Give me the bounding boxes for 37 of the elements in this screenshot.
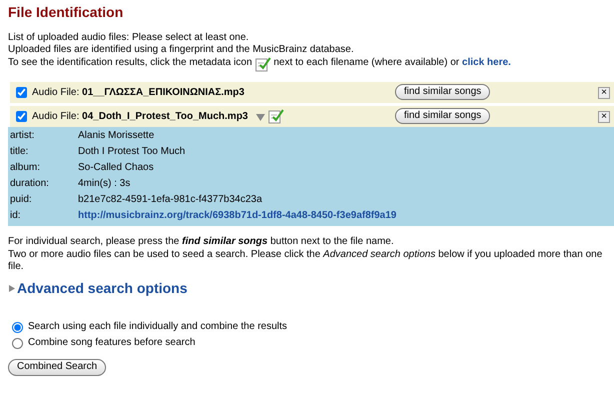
- intro-text: List of uploaded audio files: Please select at least one.: [8, 32, 250, 44]
- file-name: Audio File: 04_Doth_I_Protest_Too_Much.mp3: [32, 110, 248, 124]
- help-text: Two or more audio files can be used to seed a search. Please click the Advanced search options below if you uploaded more than one file.: [8, 248, 604, 274]
- metadata-value: 4min(s) : 3s: [78, 178, 130, 191]
- metadata-key: album:: [8, 162, 78, 175]
- metadata-key: duration:: [8, 178, 78, 191]
- advanced-options-link[interactable]: Advanced search options: [17, 280, 188, 298]
- metadata-icon: [254, 57, 271, 72]
- metadata-icon[interactable]: [268, 109, 284, 124]
- radio-button[interactable]: [12, 338, 23, 349]
- file-name: Audio File: 01__ΓΛΩΣΣΑ_ΕΠΙΚΟΙΝΩΝΙΑΣ.mp3: [32, 86, 244, 100]
- page-title: File Identification: [8, 4, 124, 22]
- expand-triangle-icon[interactable]: [8, 285, 15, 292]
- metadata-value: Doth I Protest Too Much: [78, 146, 186, 159]
- metadata-value: So-Called Chaos: [78, 162, 154, 175]
- combined-search-button[interactable]: Combined Search: [8, 359, 106, 376]
- click-here-link[interactable]: click here.: [462, 56, 511, 68]
- option-label: Combine song features before search: [28, 337, 196, 350]
- expand-triangle-icon[interactable]: [256, 112, 265, 121]
- radio-button[interactable]: [12, 322, 23, 333]
- find-similar-button[interactable]: find similar songs: [395, 108, 490, 124]
- help-text: For individual search, please press the find similar songs button next to the file name.: [8, 236, 395, 249]
- option-label: Search using each file individually and combine the results: [28, 321, 288, 334]
- metadata-value: Alanis Morissette: [78, 130, 154, 143]
- metadata-key: id:: [8, 210, 78, 223]
- find-similar-button[interactable]: find similar songs: [395, 84, 490, 100]
- metadata-key: puid:: [8, 194, 78, 207]
- close-button[interactable]: ×: [598, 111, 610, 124]
- metadata-key: title:: [8, 146, 78, 159]
- file-checkbox[interactable]: [16, 111, 27, 122]
- intro-text: Uploaded files are identified using a fingerprint and the MusicBrainz database.: [8, 44, 355, 56]
- file-checkbox[interactable]: [16, 87, 27, 98]
- intro-text: To see the identification results, click the metadata icon next to each filename (where available) or click here.: [8, 56, 614, 72]
- metadata-value: b21e7c82-4591-1efa-981c-f4377b34c23a: [78, 194, 262, 207]
- metadata-key: artist:: [8, 130, 78, 143]
- close-button[interactable]: ×: [598, 87, 610, 100]
- track-link[interactable]: http://musicbrainz.org/track/6938b71d-1df8-4a48-8450-f3e9af8f9a19: [78, 210, 396, 223]
